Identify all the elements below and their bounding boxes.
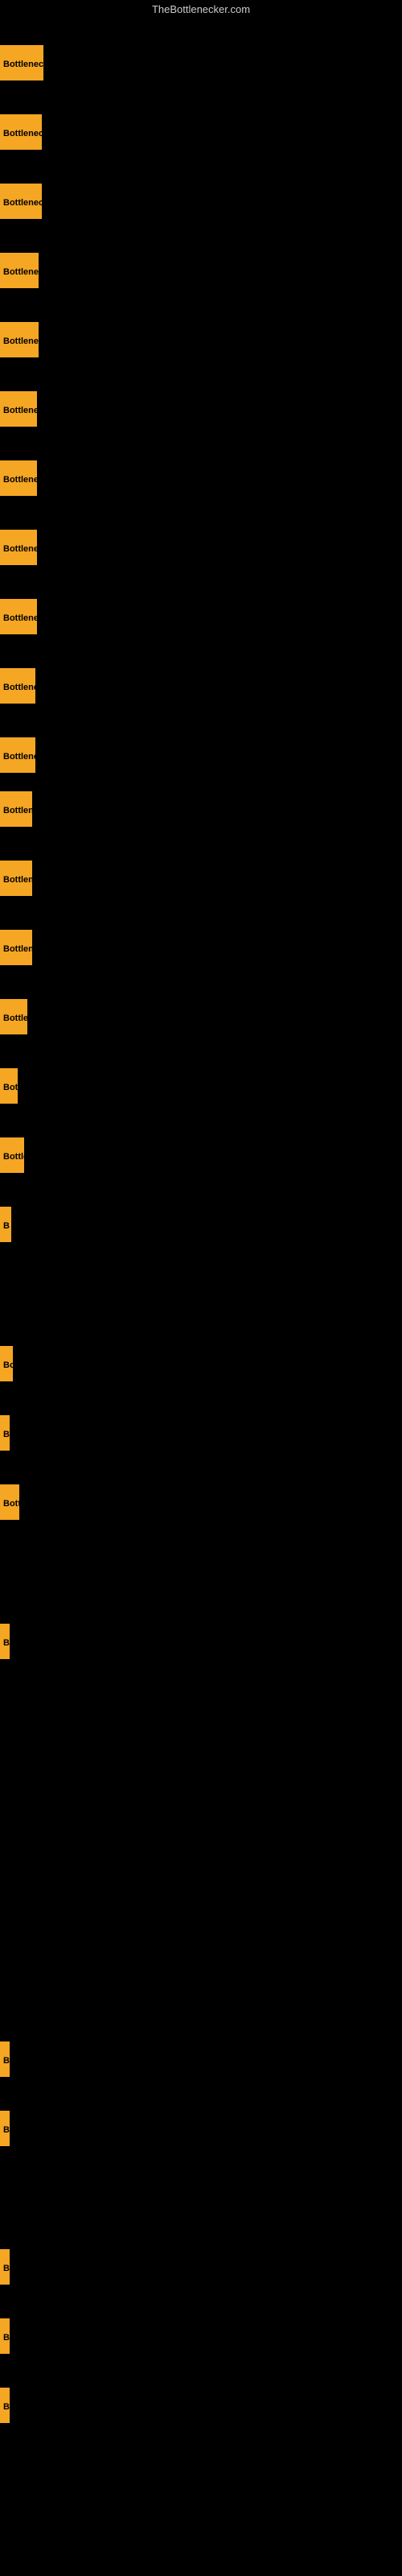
- bar-row: Bottleneck result: [0, 184, 42, 219]
- bar-row: B: [0, 1415, 10, 1451]
- bar-row: B: [0, 1207, 11, 1242]
- bar-label: B: [0, 2249, 10, 2285]
- bar-label: B: [0, 1207, 11, 1242]
- bar-label: Bottleneck resu: [0, 322, 39, 357]
- bar-label: Bottlen: [0, 1137, 24, 1173]
- bar-label: B: [0, 1624, 10, 1659]
- bar-label: Bottlenec: [0, 999, 27, 1034]
- bar-row: Bottleneck result: [0, 45, 43, 80]
- bar-label: Bottleneck resu: [0, 668, 35, 704]
- bar-row: Bottleneck resu: [0, 391, 37, 427]
- bar-row: B: [0, 2041, 10, 2077]
- bar-label: B: [0, 1415, 10, 1451]
- bar-row: B: [0, 2111, 10, 2146]
- bar-row: Bot: [0, 1068, 18, 1104]
- bar-label: Bottleneck re: [0, 930, 32, 965]
- bar-row: Bottleneck re: [0, 861, 32, 896]
- bar-label: Bo: [0, 1346, 13, 1381]
- bar-label: B: [0, 2111, 10, 2146]
- bar-row: Bottleneck resu: [0, 322, 39, 357]
- bar-row: Bottlenec: [0, 999, 27, 1034]
- bar-label: Bottleneck result: [0, 45, 43, 80]
- bar-label: Bottleneck resu: [0, 737, 35, 773]
- bar-label: Bottleneck result: [0, 114, 42, 150]
- bar-row: Bo: [0, 1346, 13, 1381]
- bar-row: Bottlen: [0, 1137, 24, 1173]
- bar-row: Bottleneck result: [0, 114, 42, 150]
- bar-row: Bottleneck resu: [0, 668, 35, 704]
- bar-row: Bott: [0, 1484, 19, 1520]
- bar-row: B: [0, 2318, 10, 2354]
- bar-label: Bottleneck resu: [0, 599, 37, 634]
- bar-row: Bottleneck resu: [0, 530, 37, 565]
- bar-row: B: [0, 2388, 10, 2423]
- bar-row: Bottleneck re: [0, 930, 32, 965]
- bar-row: Bottleneck resu: [0, 599, 37, 634]
- bar-row: B: [0, 1624, 10, 1659]
- bar-label: Bottleneck result: [0, 184, 42, 219]
- bar-label: Bottleneck re: [0, 861, 32, 896]
- bar-label: Bot: [0, 1068, 18, 1104]
- bar-row: Bottleneck resu: [0, 460, 37, 496]
- bar-row: Bottleneck re: [0, 791, 32, 827]
- bar-label: Bottleneck resu: [0, 253, 39, 288]
- bar-label: Bottleneck resu: [0, 530, 37, 565]
- bar-row: B: [0, 2249, 10, 2285]
- bar-label: Bottleneck resu: [0, 391, 37, 427]
- bar-label: Bott: [0, 1484, 19, 1520]
- site-title: TheBottlenecker.com: [0, 0, 402, 19]
- bar-label: B: [0, 2318, 10, 2354]
- bar-row: Bottleneck resu: [0, 253, 39, 288]
- bar-label: Bottleneck resu: [0, 460, 37, 496]
- bar-label: B: [0, 2041, 10, 2077]
- bar-label: B: [0, 2388, 10, 2423]
- bar-row: Bottleneck resu: [0, 737, 35, 773]
- bar-label: Bottleneck re: [0, 791, 32, 827]
